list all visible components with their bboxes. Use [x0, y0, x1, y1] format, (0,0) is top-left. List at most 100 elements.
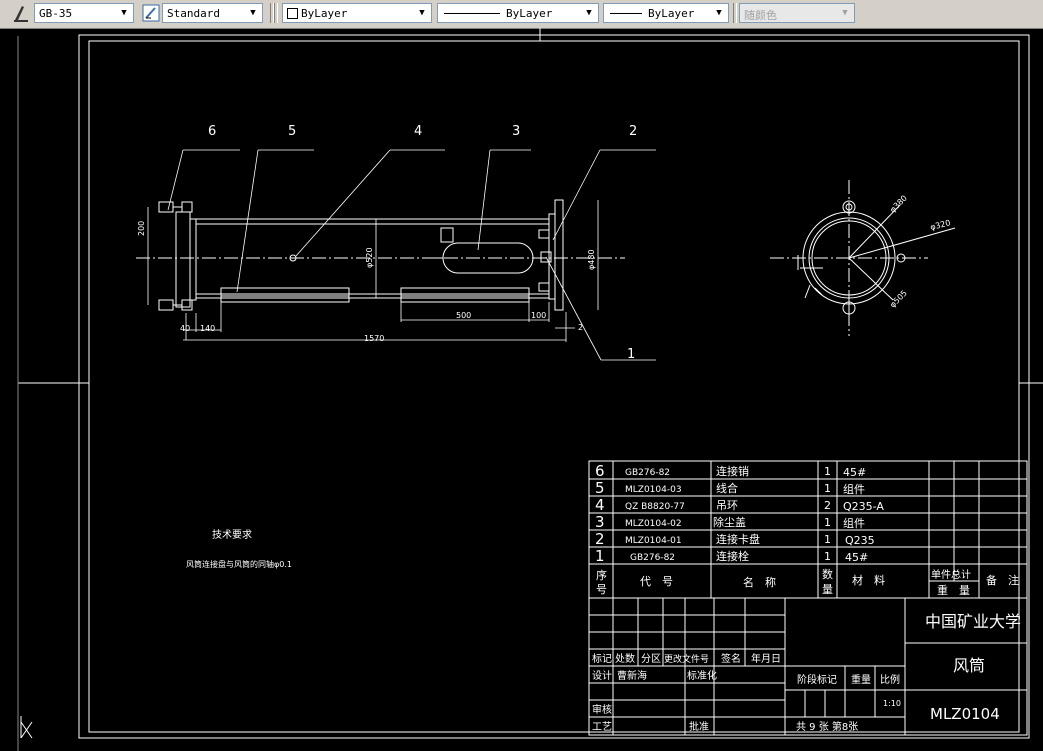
part-qty: 1: [824, 516, 831, 529]
part-code: MLZ0104-03: [625, 485, 682, 495]
part-qty: 1: [824, 482, 831, 495]
dim-500: 500: [456, 311, 471, 320]
balloon-1: 1: [627, 347, 635, 362]
header-code: 代 号: [640, 575, 673, 588]
linetype-preview-icon: [444, 13, 500, 14]
part-no: 2: [595, 530, 605, 548]
tb-design: 设计: [592, 669, 612, 682]
properties-toolbar: GB-35 ▼ Standard ▼ ByLayer ▼ ByLayer ▼ B…: [0, 0, 1043, 29]
tb-zone: 分区: [641, 653, 661, 665]
part-qty: 1: [824, 533, 831, 546]
tb-standard: 标准化: [687, 669, 717, 682]
tb-approve: 批准: [689, 720, 709, 733]
part-no: 6: [595, 462, 605, 480]
tb-review: 审核: [592, 703, 612, 716]
balloon-4: 4: [414, 124, 422, 139]
tb-drawing-no: MLZ0104: [930, 705, 1000, 723]
part-name: 线合: [716, 481, 738, 495]
ucs-icon: [20, 716, 33, 739]
parts-list-header: 序 号 代 号 名 称 数 量 材 料 单件总计 重 量 备 注: [596, 568, 1019, 597]
tb-scale: 比例: [880, 673, 900, 686]
dim-1570: 1570: [364, 334, 384, 343]
end-view-dims: φ380 φ320 φ505: [888, 194, 951, 310]
dim-style-icon[interactable]: [142, 2, 160, 24]
dim-505: φ505: [888, 289, 909, 310]
part-material: 45#: [845, 551, 868, 564]
lineweight-value: ByLayer: [648, 7, 695, 20]
side-view: [136, 199, 625, 311]
tech-req-text: 风筒连接盘与风筒的同轴φ0.1: [186, 559, 292, 569]
linetype-select[interactable]: ByLayer ▼: [437, 3, 599, 23]
dim-520: φ520: [365, 247, 374, 268]
part-name: 连接卡盘: [716, 532, 760, 546]
tb-sheets: 共 9 张 第8张: [796, 720, 858, 733]
part-material: Q235: [845, 534, 875, 547]
chevron-down-icon[interactable]: ▼: [246, 6, 260, 20]
tb-scale-value: 1:10: [883, 699, 901, 708]
header-remark: 备 注: [986, 573, 1019, 587]
part-code: MLZ0104-02: [625, 519, 682, 529]
part-no: 1: [595, 547, 605, 565]
part-code: QZ B8820-77: [625, 502, 685, 512]
chevron-down-icon[interactable]: ▼: [117, 6, 131, 20]
dim-style-select[interactable]: Standard ▼: [162, 3, 263, 23]
part-qty: 1: [824, 550, 831, 563]
layer-select[interactable]: ByLayer ▼: [282, 3, 432, 23]
dim-480: φ480: [587, 249, 596, 270]
color-swatch-icon: [287, 8, 298, 19]
header-qty-a: 数: [822, 568, 833, 581]
header-material: 材 料: [852, 573, 885, 587]
tb-date: 年月日: [751, 652, 781, 665]
chevron-down-icon[interactable]: ▼: [582, 6, 596, 20]
tb-sign: 签名: [721, 652, 741, 665]
technical-requirements: 技术要求 风筒连接盘与风筒的同轴φ0.1: [186, 528, 292, 569]
toolbar-separator: [733, 3, 737, 23]
part-material: 45#: [843, 466, 866, 479]
tb-mark: 标记: [592, 653, 612, 665]
part-code: MLZ0104-01: [625, 536, 682, 546]
linetype-value: ByLayer: [506, 7, 553, 20]
chevron-down-icon[interactable]: ▼: [712, 6, 726, 20]
layer-value: ByLayer: [301, 7, 348, 20]
toolbar-separator: [274, 3, 278, 23]
tb-weight: 重量: [851, 673, 871, 686]
color-select: 随颜色 ▼: [739, 3, 855, 23]
part-name: 连接栓: [716, 549, 749, 563]
header-qty-b: 量: [822, 583, 833, 596]
tb-process: 工艺: [592, 721, 612, 733]
chevron-down-icon: ▼: [842, 8, 848, 18]
tb-change-doc: 更改文件号: [664, 653, 709, 665]
lineweight-select[interactable]: ByLayer ▼: [603, 3, 729, 23]
tb-title: 风筒: [953, 656, 985, 675]
balloon-6: 6: [208, 124, 216, 139]
drawing-canvas[interactable]: 200 φ520 φ480 40 140 1570 500 100 2 6 5 …: [0, 28, 1043, 751]
balloon-2: 2: [629, 124, 637, 139]
part-name: 除尘盖: [713, 515, 746, 529]
part-material: 组件: [843, 482, 865, 496]
part-material: Q235-A: [843, 500, 884, 513]
part-name: 连接销: [716, 464, 749, 478]
color-value: 随颜色: [744, 9, 777, 22]
tb-org: 中国矿业大学: [925, 612, 1021, 631]
dim-100: 100: [531, 311, 546, 320]
header-unit-total: 单件总计: [931, 568, 971, 581]
dim-style-value: Standard: [167, 7, 220, 20]
header-name: 名 称: [743, 575, 776, 589]
end-view: [770, 180, 956, 336]
part-name: 吊环: [716, 499, 738, 512]
part-code: GB276-82: [625, 468, 670, 478]
sheet-inner-border: [88, 40, 1020, 733]
dim-40: 40: [180, 324, 190, 333]
chevron-down-icon[interactable]: ▼: [415, 6, 429, 20]
lineweight-preview-icon: [610, 13, 642, 14]
text-style-icon[interactable]: [12, 2, 32, 24]
part-no: 4: [595, 496, 605, 514]
header-no-b: 号: [596, 583, 607, 596]
header-weight: 重 量: [937, 583, 970, 597]
header-no-a: 序: [596, 568, 607, 582]
title-block-text: 标记 处数 分区 更改文件号 签名 年月日 设计 曹新海 标准化 阶段标记 重量…: [592, 612, 1021, 733]
text-style-select[interactable]: GB-35 ▼: [34, 3, 134, 23]
part-no: 3: [595, 513, 605, 531]
balloon-5: 5: [288, 124, 296, 139]
tech-req-title: 技术要求: [212, 528, 252, 541]
